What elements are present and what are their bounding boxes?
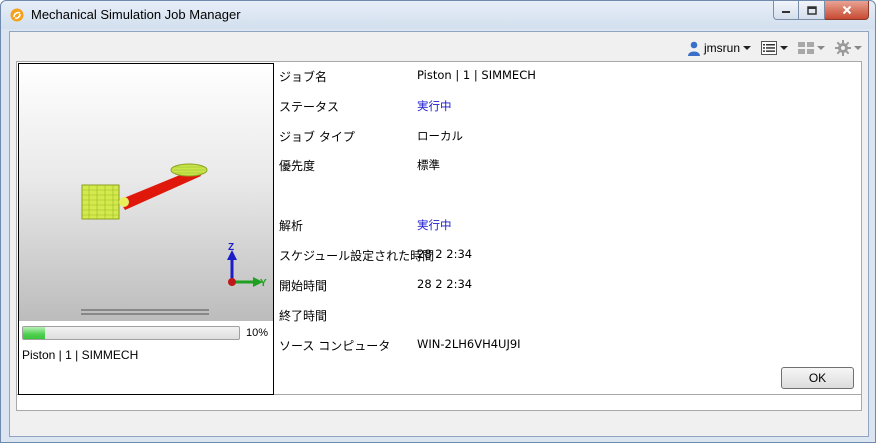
close-icon xyxy=(842,5,851,15)
app-window: Mechanical Simulation Job Manager jmsrun xyxy=(0,0,876,443)
property-value: 標準 xyxy=(417,158,440,172)
property-row-end-time: 終了時間 xyxy=(279,307,849,325)
property-label: 解析 xyxy=(279,219,304,233)
property-row-status: ステータス 実行中 xyxy=(279,98,849,116)
client-area: jmsrun Z Y 10% Piston | 1 | SIMMECH ジョブ名… xyxy=(9,31,869,437)
property-label: ソース コンピュータ xyxy=(279,339,391,353)
layout-menu[interactable] xyxy=(798,42,825,54)
property-value: 28 2 2:34 xyxy=(417,247,473,261)
window-title: Mechanical Simulation Job Manager xyxy=(31,7,241,22)
property-label: ジョブ タイプ xyxy=(279,130,355,144)
job-properties: ジョブ名 Piston | 1 | SIMMECH ステータス 実行中 ジョブ … xyxy=(279,62,859,394)
status-link[interactable]: 実行中 xyxy=(417,98,452,114)
ok-button[interactable]: OK xyxy=(781,367,854,389)
chevron-down-icon xyxy=(817,46,825,50)
progress-bar xyxy=(22,326,240,340)
list-view-menu[interactable] xyxy=(761,41,788,55)
property-row-start-time: 開始時間 28 2 2:34 xyxy=(279,277,849,295)
chevron-down-icon xyxy=(780,46,788,50)
property-value: ローカル xyxy=(417,129,463,143)
property-value: WIN-2LH6VH4UJ9I xyxy=(417,337,521,351)
status-strip xyxy=(16,395,862,411)
property-label: 終了時間 xyxy=(279,309,328,323)
window-controls xyxy=(773,1,869,21)
property-label: ステータス xyxy=(279,100,340,114)
user-icon xyxy=(687,41,700,56)
list-view-icon xyxy=(761,41,777,55)
property-value: 28 2 2:34 xyxy=(417,277,473,291)
job-preview: Z Y 10% Piston | 1 | SIMMECH xyxy=(18,63,274,395)
property-row-analysis: 解析 実行中 xyxy=(279,217,849,235)
property-row-source-computer: ソース コンピュータ WIN-2LH6VH4UJ9I xyxy=(279,337,849,355)
property-label: 優先度 xyxy=(279,159,316,173)
analysis-link[interactable]: 実行中 xyxy=(417,217,452,233)
piston-model-image: Z Y xyxy=(81,163,267,315)
progress-row: 10% xyxy=(22,325,272,341)
property-row-job-name: ジョブ名 Piston | 1 | SIMMECH xyxy=(279,68,849,86)
title-bar[interactable]: Mechanical Simulation Job Manager xyxy=(1,1,875,29)
model-viewport[interactable]: Z Y xyxy=(19,64,273,321)
toolbar: jmsrun xyxy=(687,38,862,58)
user-name: jmsrun xyxy=(703,41,740,55)
minimize-icon xyxy=(782,11,790,13)
chevron-down-icon xyxy=(854,46,862,50)
progress-fill xyxy=(23,327,45,339)
settings-menu[interactable] xyxy=(835,40,862,56)
user-menu[interactable]: jmsrun xyxy=(687,41,751,56)
property-label: ジョブ名 xyxy=(279,70,328,84)
maximize-icon xyxy=(806,5,817,15)
progress-percent: 10% xyxy=(246,327,269,339)
property-row-priority: 優先度 標準 xyxy=(279,157,849,175)
maximize-button[interactable] xyxy=(799,1,825,20)
minimize-button[interactable] xyxy=(773,1,799,20)
app-logo-icon xyxy=(10,8,24,22)
gear-icon xyxy=(835,40,851,56)
property-label: 開始時間 xyxy=(279,279,328,293)
property-row-scheduled-time: スケジュール設定された時間 28 2 2:34 xyxy=(279,247,849,265)
property-row-job-type: ジョブ タイプ ローカル xyxy=(279,128,849,146)
property-value: Piston | 1 | SIMMECH xyxy=(417,68,536,82)
close-button[interactable] xyxy=(825,1,869,20)
job-caption: Piston | 1 | SIMMECH xyxy=(22,348,139,362)
z-axis-label: Z xyxy=(228,242,234,253)
y-axis-label: Y xyxy=(260,278,267,289)
property-label: スケジュール設定された時間 xyxy=(279,249,435,263)
job-detail-panel: Z Y 10% Piston | 1 | SIMMECH ジョブ名 Piston… xyxy=(16,61,862,395)
chevron-down-icon xyxy=(743,46,751,50)
layout-icon xyxy=(798,42,814,54)
